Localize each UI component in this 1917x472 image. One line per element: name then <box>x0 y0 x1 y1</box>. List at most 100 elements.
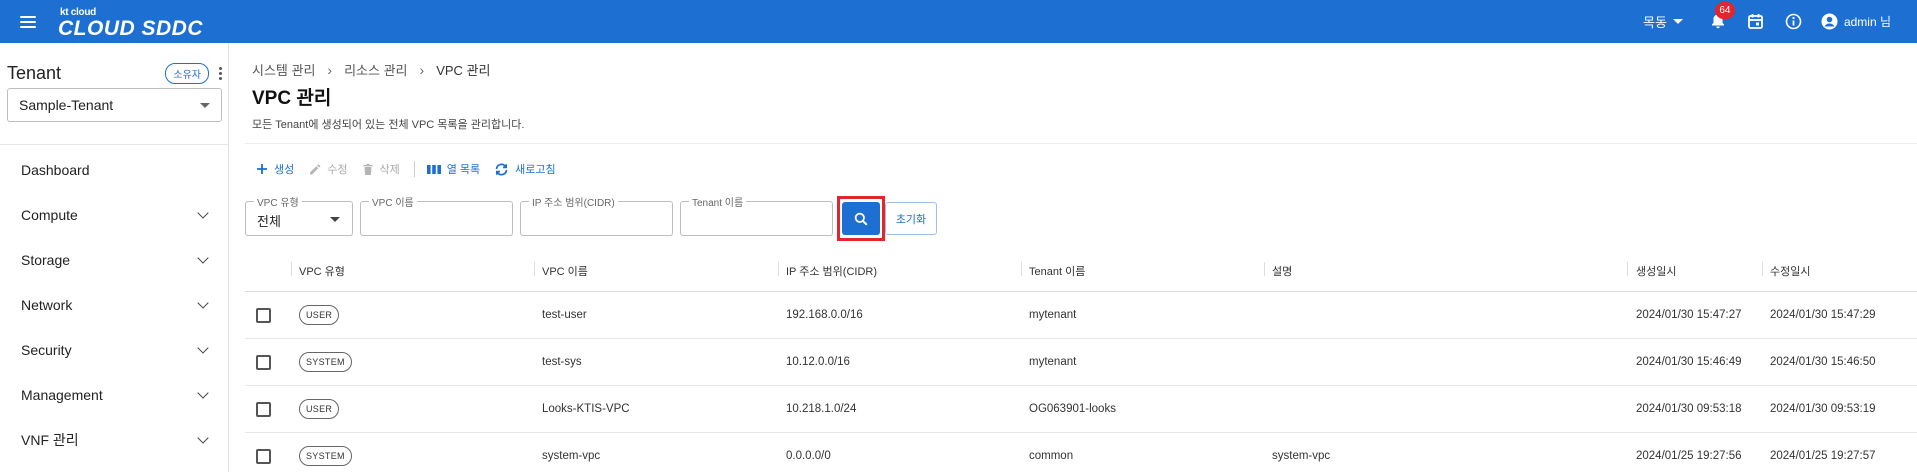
column-divider <box>1762 262 1763 276</box>
cell-created: 2024/01/30 09:53:18 <box>1636 403 1742 415</box>
toolbar-divider <box>413 161 415 177</box>
sidebar-item-compute[interactable]: Compute <box>0 192 229 237</box>
tenant-title: Tenant <box>7 63 62 83</box>
table-row[interactable]: SYSTEM system-vpc 0.0.0.0/0 common syste… <box>245 433 1917 472</box>
cell-tenant: OG063901-looks <box>1029 403 1116 415</box>
tenant-select[interactable]: Sample-Tenant <box>7 88 222 122</box>
caret-down-icon <box>200 102 210 108</box>
vpc-name-input[interactable] <box>361 202 512 235</box>
cell-modified: 2024/01/25 19:27:57 <box>1770 450 1876 462</box>
main-content: 시스템 관리 › 리소스 관리 › VPC 관리 VPC 관리 모든 Tenan… <box>230 43 1917 472</box>
refresh-button[interactable]: 새로고침 <box>494 161 556 177</box>
chevron-down-icon <box>197 296 209 309</box>
vpc-name-field[interactable]: VPC 이름 <box>360 194 513 236</box>
breadcrumb-item[interactable]: 리소스 관리 <box>344 60 407 79</box>
sidebar-item-storage[interactable]: Storage <box>0 237 229 282</box>
delete-button[interactable]: 삭제 <box>362 161 400 177</box>
column-header[interactable]: Tenant 이름 <box>1029 263 1085 279</box>
sidebar-item-label: Compute <box>21 206 78 223</box>
column-header[interactable]: 수정일시 <box>1770 263 1810 279</box>
account-icon <box>1821 13 1838 30</box>
columns-button[interactable]: 열 목록 <box>426 161 480 177</box>
sidebar-item-label: Management <box>21 386 103 403</box>
sidebar-item-management[interactable]: Management <box>0 372 229 417</box>
column-header[interactable]: VPC 유형 <box>299 263 345 279</box>
caret-down-icon <box>330 217 340 222</box>
cell-vpc-name: Looks-KTIS-VPC <box>542 403 630 415</box>
vpc-type-value: 전체 <box>257 214 281 229</box>
info-icon <box>1786 13 1802 30</box>
cidr-field[interactable]: IP 주소 범위(CIDR) <box>520 194 673 236</box>
cell-modified: 2024/01/30 09:53:19 <box>1770 403 1876 415</box>
refresh-icon <box>495 163 508 175</box>
owner-chip[interactable]: 소유자 <box>165 63 209 84</box>
sidebar-nav: Dashboard Compute Storage Network Securi… <box>0 147 229 462</box>
notification-button[interactable]: 64 <box>1707 1 1735 33</box>
vpc-type-select[interactable]: VPC 유형 전체 <box>245 194 353 236</box>
sidebar-item-network[interactable]: Network <box>0 282 229 327</box>
notification-badge: 64 <box>1714 1 1735 19</box>
column-header[interactable]: 생성일시 <box>1636 263 1676 279</box>
calendar-button[interactable] <box>1745 11 1767 33</box>
cell-description: system-vpc <box>1272 450 1331 462</box>
sidebar-item-label: Security <box>21 341 72 358</box>
search-button[interactable] <box>842 202 880 235</box>
user-menu[interactable]: admin 님 <box>1821 13 1891 30</box>
search-highlight <box>837 196 885 241</box>
table-header: VPC 유형 VPC 이름 IP 주소 범위(CIDR) Tenant 이름 설… <box>245 248 1917 292</box>
sidebar-item-label: Network <box>21 296 73 313</box>
breadcrumb-item[interactable]: 시스템 관리 <box>252 60 315 79</box>
table-row[interactable]: SYSTEM test-sys 10.12.0.0/16 mytenant 20… <box>245 339 1917 386</box>
edit-label: 수정 <box>327 164 348 176</box>
cell-created: 2024/01/30 15:46:49 <box>1636 356 1742 368</box>
vpc-type-chip: SYSTEM <box>299 446 352 466</box>
row-checkbox[interactable] <box>256 402 271 417</box>
chevron-down-icon <box>197 206 209 219</box>
search-icon <box>854 212 868 226</box>
cell-cidr: 10.12.0.0/16 <box>786 356 850 368</box>
tenant-name-input[interactable] <box>681 202 832 235</box>
column-divider <box>1264 262 1265 276</box>
region-select[interactable]: 목동 <box>1643 12 1683 31</box>
cell-cidr: 0.0.0.0/0 <box>786 450 831 462</box>
vpc-type-chip: USER <box>299 399 340 419</box>
sidebar: Tenant 소유자 Sample-Tenant Dashboard Compu… <box>0 43 229 472</box>
table-row[interactable]: USER test-user 192.168.0.0/16 mytenant 2… <box>245 292 1917 339</box>
reset-button[interactable]: 초기화 <box>885 202 937 235</box>
cell-vpc-name: test-sys <box>542 356 582 368</box>
chevron-down-icon <box>197 431 209 444</box>
edit-button[interactable]: 수정 <box>308 161 348 177</box>
cell-vpc-name: system-vpc <box>542 450 601 462</box>
brand-logo[interactable]: kt cloud CLOUD SDDC <box>58 4 208 40</box>
column-header[interactable]: 설명 <box>1272 263 1292 279</box>
vpc-type-label: VPC 유형 <box>254 194 302 209</box>
breadcrumb-current: VPC 관리 <box>436 63 491 78</box>
column-divider <box>778 262 779 276</box>
info-button[interactable] <box>1783 11 1805 33</box>
cidr-input[interactable] <box>521 202 672 235</box>
column-header[interactable]: IP 주소 범위(CIDR) <box>786 263 877 279</box>
chevron-right-icon: › <box>327 61 333 78</box>
sidebar-item-label: VNF 관리 <box>21 431 79 448</box>
tenant-name-field[interactable]: Tenant 이름 <box>680 194 833 236</box>
caret-down-icon <box>1672 19 1683 24</box>
vpc-type-chip: USER <box>299 305 340 325</box>
create-button[interactable]: 생성 <box>256 161 294 177</box>
chevron-down-icon <box>197 386 209 399</box>
row-checkbox[interactable] <box>256 449 271 464</box>
plus-icon <box>257 164 267 174</box>
page-description: 모든 Tenant에 생성되어 있는 전체 VPC 목록을 관리합니다. <box>252 119 525 131</box>
column-header[interactable]: VPC 이름 <box>542 263 588 279</box>
region-label: 목동 <box>1643 15 1667 30</box>
sidebar-item-vnf[interactable]: VNF 관리 <box>0 417 229 462</box>
row-checkbox[interactable] <box>256 308 271 323</box>
menu-icon[interactable] <box>20 15 36 28</box>
cell-tenant: common <box>1029 450 1074 462</box>
sidebar-item-dashboard[interactable]: Dashboard <box>0 147 229 192</box>
row-checkbox[interactable] <box>256 355 271 370</box>
cell-tenant: mytenant <box>1029 356 1077 368</box>
table-row[interactable]: USER Looks-KTIS-VPC 10.218.1.0/24 OG0639… <box>245 386 1917 433</box>
more-vert-icon[interactable] <box>219 67 222 80</box>
sidebar-item-label: Dashboard <box>21 161 90 178</box>
sidebar-item-security[interactable]: Security <box>0 327 229 372</box>
